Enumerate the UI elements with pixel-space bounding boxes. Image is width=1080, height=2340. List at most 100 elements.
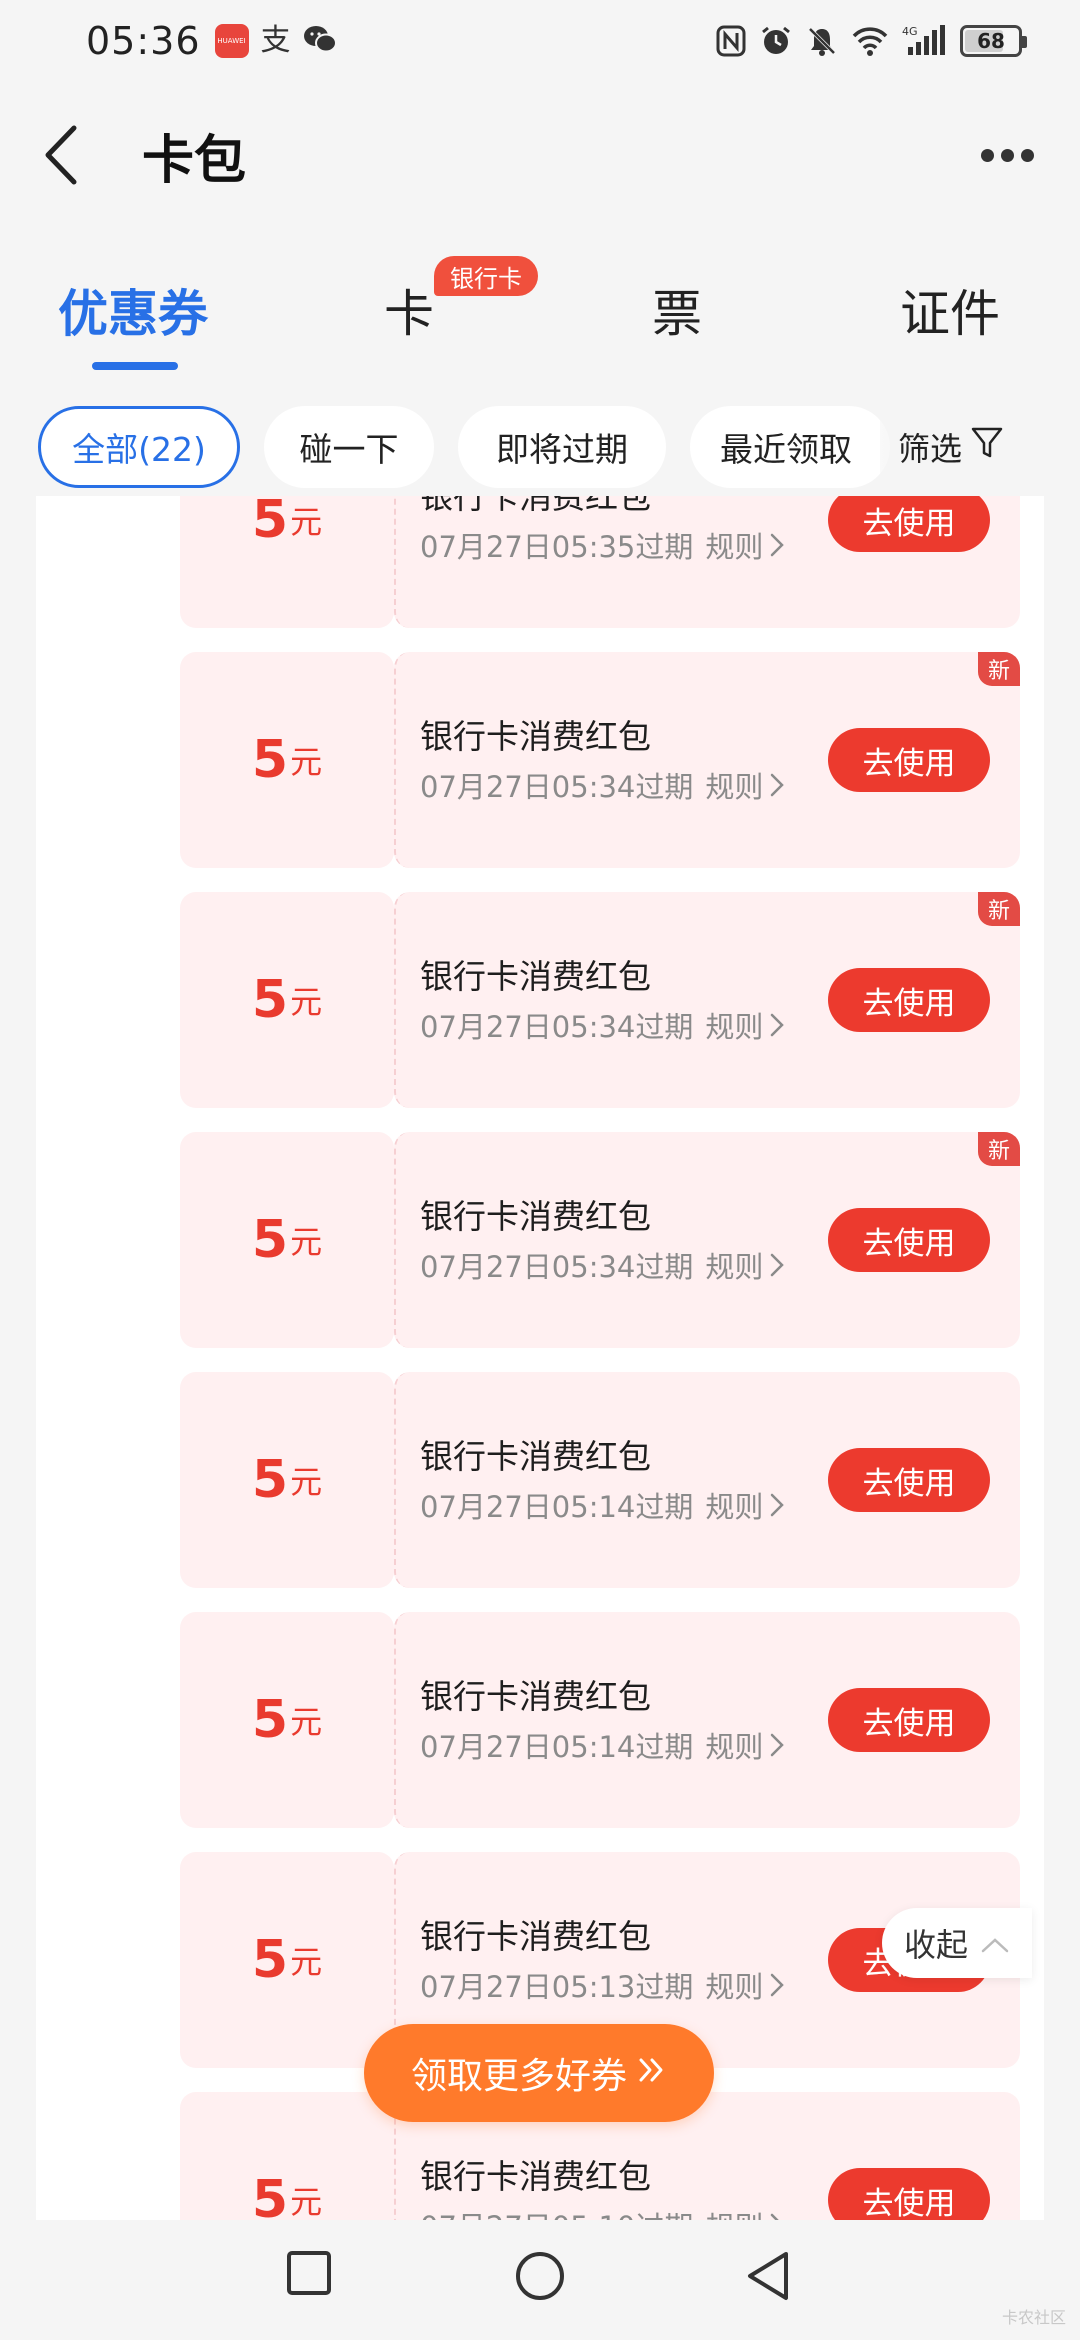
coupon-rule-label: 规则 [705, 530, 764, 564]
chevron-right-icon [769, 1252, 785, 1278]
coupon-info-panel: 银行卡消费红包 07月27日05:14过期 规则 去使用 [394, 1612, 1020, 1828]
coupon-amount-unit: 元 [290, 1703, 323, 1741]
coupon-amount: 5 [251, 730, 289, 790]
chevron-right-icon [769, 772, 785, 798]
coupon-card[interactable]: 5元 银行卡消费红包 07月27日05:14过期 规则 去使用 [180, 1612, 1020, 1828]
chip-all[interactable]: 全部(22) [38, 406, 240, 488]
coupon-amount: 5 [251, 496, 289, 550]
coupon-rule-link[interactable]: 规则 [705, 764, 785, 806]
system-nav-bar: 卡农社区 [0, 2220, 1080, 2340]
tab-cards[interactable]: 卡 [384, 274, 434, 346]
chip-tap[interactable]: 碰一下 [264, 406, 434, 488]
coupon-rule-label: 规则 [705, 1250, 764, 1284]
coupon-rule-link[interactable]: 规则 [705, 1964, 785, 2006]
coupon-amount-unit: 元 [290, 503, 323, 541]
more-dots-icon[interactable] [981, 148, 1034, 162]
coupon-amount-panel: 5元 [180, 496, 394, 628]
coupon-title: 银行卡消费红包 [420, 957, 651, 996]
coupon-rule-link[interactable]: 规则 [705, 1004, 785, 1046]
alipay-icon: 支 [260, 23, 291, 58]
watermark-text: 卡农社区 [1001, 2308, 1066, 2327]
alarm-icon [760, 25, 792, 57]
back-nav-icon[interactable] [744, 2250, 792, 2306]
coupon-title: 银行卡消费红包 [420, 717, 651, 756]
header: 卡包 [0, 100, 1080, 210]
collapse-label: 收起 [903, 1926, 968, 1964]
coupon-card[interactable]: 5元 银行卡消费红包 07月27日05:34过期 规则 去使用 新 [180, 892, 1020, 1108]
filter-label: 筛选 [898, 430, 963, 468]
coupon-amount-panel: 5元 [180, 2092, 394, 2220]
coupon-card[interactable]: 5元 银行卡消费红包 07月27日05:14过期 规则 去使用 [180, 1372, 1020, 1588]
filter-button[interactable]: 筛选 [880, 406, 1040, 488]
coupon-expiry-row: 07月27日05:34过期 规则 [420, 1244, 785, 1286]
coupon-card[interactable]: 5元 银行卡消费红包 07月27日05:34过期 规则 去使用 新 [180, 652, 1020, 868]
coupon-amount-unit: 元 [290, 1463, 323, 1501]
coupon-expiry-row: 07月27日05:35过期 规则 [420, 524, 785, 566]
chevron-right-icon [769, 532, 785, 558]
coupon-info-panel: 银行卡消费红包 07月27日05:34过期 规则 去使用 新 [394, 652, 1020, 868]
chip-recent[interactable]: 最近领取 [690, 406, 890, 488]
wechat-icon [303, 24, 337, 58]
coupon-expiry-row: 07月27日05:34过期 规则 [420, 1004, 785, 1046]
new-badge: 新 [978, 1132, 1020, 1166]
notification-icons: HUAWEI 支 [214, 23, 337, 58]
coupon-rule-label: 规则 [705, 770, 764, 804]
use-coupon-button[interactable]: 去使用 [828, 1688, 990, 1752]
use-coupon-button[interactable]: 去使用 [828, 728, 990, 792]
system-icons: 4G 68 [716, 25, 1027, 57]
coupon-rule-link[interactable]: 规则 [705, 1724, 785, 1766]
battery-level: 68 [977, 29, 1005, 53]
coupon-card[interactable]: 5元 银行卡消费红包 07月27日05:34过期 规则 去使用 新 [180, 1132, 1020, 1348]
filter-chips: 全部(22) 碰一下 即将过期 最近领取 筛选 [0, 396, 1040, 496]
coupon-info-panel: 银行卡消费红包 07月27日05:35过期 规则 去使用 [394, 496, 1020, 628]
coupon-rule-link[interactable]: 规则 [705, 524, 785, 566]
use-coupon-button[interactable]: 去使用 [828, 1208, 990, 1272]
use-coupon-button[interactable]: 去使用 [828, 1448, 990, 1512]
use-coupon-button[interactable]: 去使用 [828, 968, 990, 1032]
coupon-expiry: 07月27日05:14过期 [420, 1730, 694, 1764]
chevron-right-icon [769, 1972, 785, 1998]
coupon-amount-panel: 5元 [180, 652, 394, 868]
coupon-expiry-row: 07月27日05:34过期 规则 [420, 764, 785, 806]
back-icon[interactable] [40, 115, 100, 195]
coupon-info-panel: 银行卡消费红包 07月27日05:34过期 规则 去使用 新 [394, 1132, 1020, 1348]
bank-card-badge: 银行卡 [434, 256, 538, 296]
coupon-title: 银行卡消费红包 [420, 1677, 651, 1716]
coupon-info-panel: 银行卡消费红包 07月27日05:14过期 规则 去使用 [394, 1372, 1020, 1588]
collapse-button[interactable]: 收起 [882, 1908, 1032, 1978]
coupon-amount-unit: 元 [290, 743, 323, 781]
coupon-title: 银行卡消费红包 [420, 496, 651, 516]
tab-tickets[interactable]: 票 [652, 274, 702, 346]
coupon-rule-link[interactable]: 规则 [705, 1244, 785, 1286]
wifi-icon [852, 26, 888, 56]
coupon-info-panel: 银行卡消费红包 07月27日05:34过期 规则 去使用 新 [394, 892, 1020, 1108]
use-coupon-button[interactable]: 去使用 [828, 496, 990, 552]
coupon-amount: 5 [251, 1210, 289, 1270]
coupon-amount-unit: 元 [290, 2183, 323, 2220]
home-icon[interactable] [514, 2250, 566, 2306]
use-coupon-button[interactable]: 去使用 [828, 2168, 990, 2220]
double-chevron-right-icon [637, 2053, 667, 2094]
chevron-up-icon [980, 1924, 1010, 1962]
new-badge: 新 [978, 652, 1020, 686]
active-tab-indicator [92, 362, 178, 370]
chip-expiring[interactable]: 即将过期 [458, 406, 666, 488]
coupon-expiry-row: 07月27日05:14过期 规则 [420, 1724, 785, 1766]
tab-documents[interactable]: 证件 [900, 274, 1000, 346]
coupon-amount: 5 [251, 1690, 289, 1750]
coupon-amount: 5 [251, 970, 289, 1030]
coupon-card[interactable]: 5元 银行卡消费红包 07月27日05:35过期 规则 去使用 [180, 496, 1020, 628]
coupon-rule-link[interactable]: 规则 [705, 1484, 785, 1526]
coupon-title: 银行卡消费红包 [420, 1917, 651, 1956]
get-more-coupons-button[interactable]: 领取更多好券 [364, 2024, 714, 2122]
coupon-expiry: 07月27日05:13过期 [420, 1970, 694, 2004]
recent-apps-icon[interactable] [286, 2250, 332, 2300]
coupon-expiry: 07月27日05:34过期 [420, 770, 694, 804]
coupon-amount-panel: 5元 [180, 1132, 394, 1348]
coupon-title: 银行卡消费红包 [420, 1197, 651, 1236]
coupon-rule-link[interactable]: 规则 [705, 2204, 785, 2220]
funnel-icon [970, 425, 1004, 469]
coupon-amount-panel: 5元 [180, 1852, 394, 2068]
tab-coupons[interactable]: 优惠券 [58, 274, 208, 346]
battery-icon: 68 [960, 25, 1027, 57]
